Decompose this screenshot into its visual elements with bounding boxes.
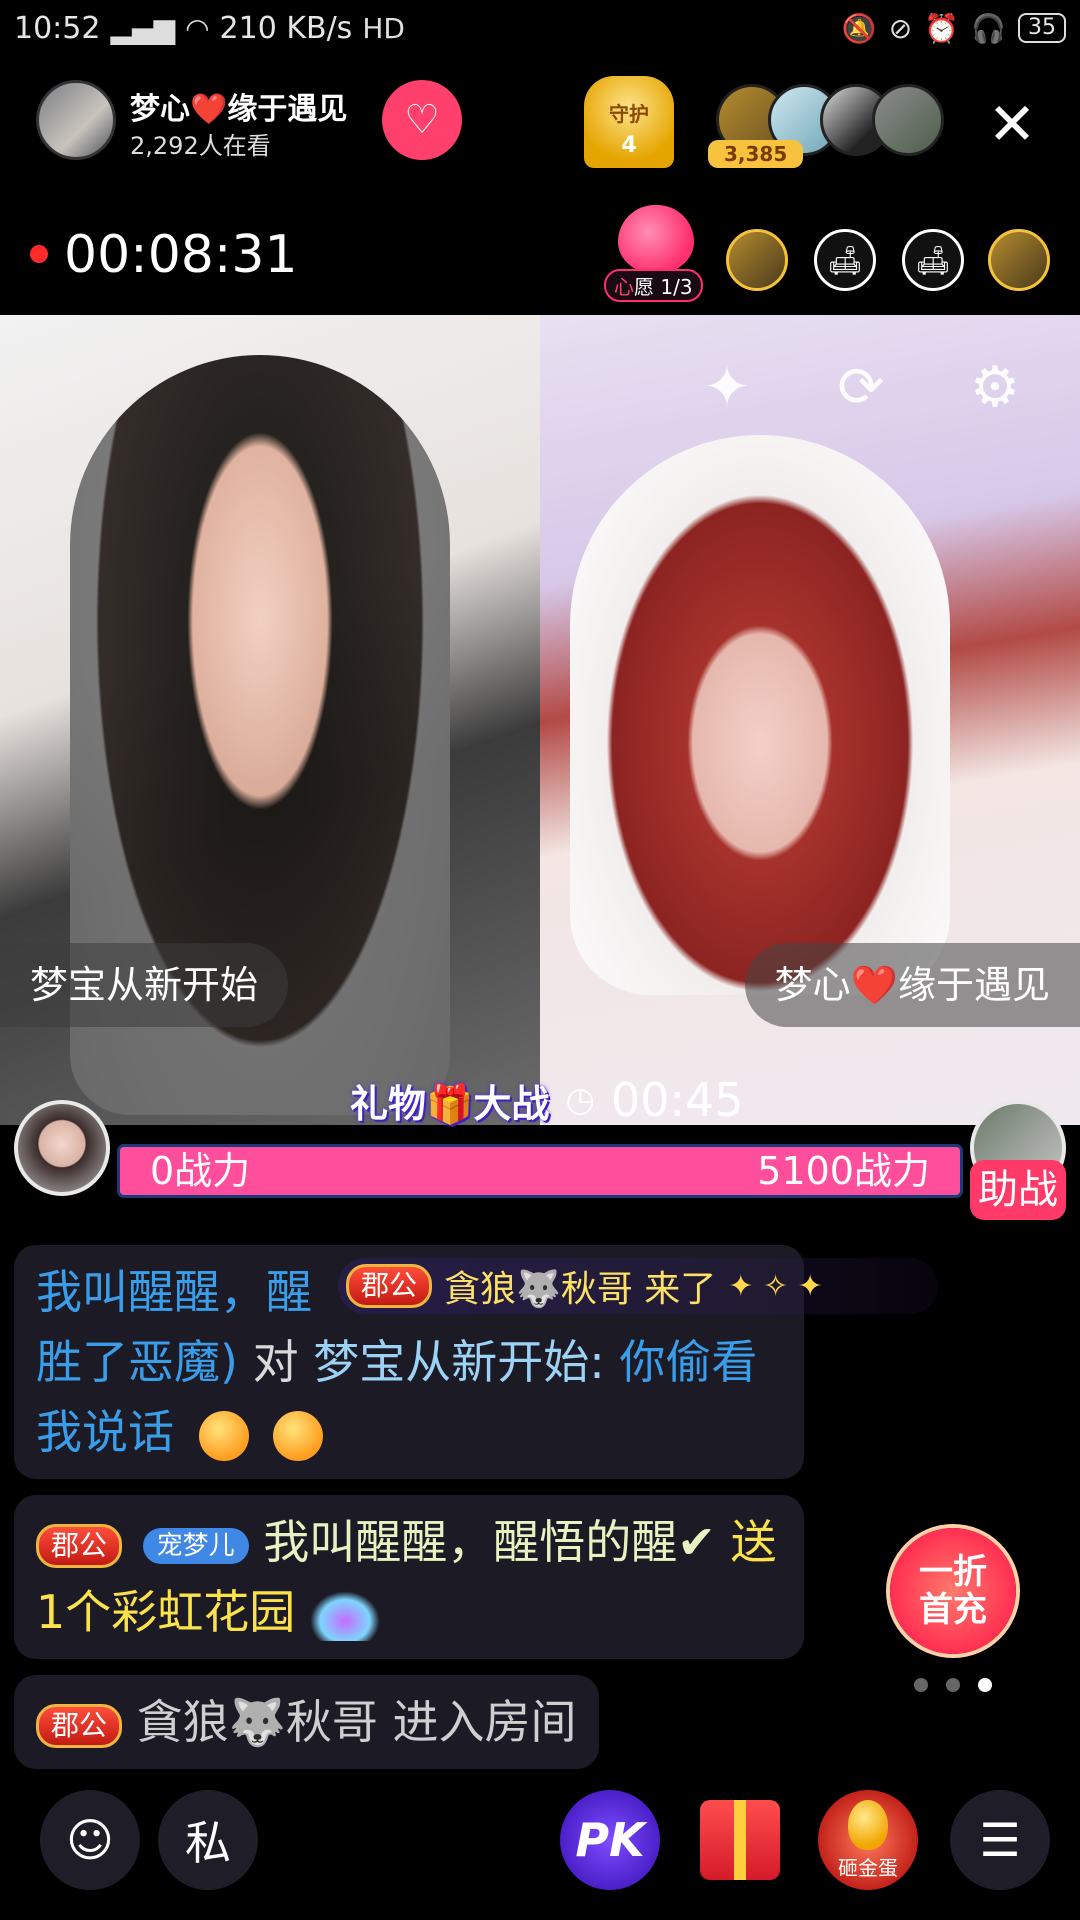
streamer-image-right bbox=[570, 435, 950, 995]
chat-bubble-icon: ☺ bbox=[66, 1813, 114, 1867]
promo-line1: 一折 bbox=[919, 1552, 987, 1592]
hamburger-menu-icon: ☰ bbox=[979, 1813, 1021, 1867]
right-power: 5100战力 bbox=[757, 1149, 930, 1193]
menu-button[interactable]: ☰ bbox=[950, 1790, 1050, 1890]
left-streamer-name[interactable]: 梦宝从新开始 bbox=[0, 943, 289, 1027]
heart-icon bbox=[618, 205, 694, 273]
golden-egg-label: 砸金蛋 bbox=[838, 1855, 898, 1880]
carousel-dots bbox=[914, 1678, 992, 1692]
pk-label: PK bbox=[575, 1813, 645, 1867]
right-streamer-name[interactable]: 梦心❤️缘于遇见 bbox=[744, 943, 1080, 1027]
battle-timer: 00:45 bbox=[611, 1073, 744, 1127]
empty-seat-sofa-icon[interactable]: 🛋 bbox=[902, 229, 964, 291]
promo-line2: 首充 bbox=[919, 1590, 987, 1630]
golden-egg-button[interactable]: 砸金蛋 bbox=[818, 1790, 918, 1890]
chat-sender-cont: 胜了恶魔) bbox=[36, 1335, 238, 1389]
chat-target[interactable]: 梦宝从新开始: bbox=[313, 1335, 605, 1389]
gift-button[interactable] bbox=[690, 1790, 790, 1890]
battery-indicator: 35 bbox=[1018, 13, 1066, 43]
left-power: 0战力 bbox=[150, 1149, 251, 1193]
surprised-emoji-icon bbox=[198, 1410, 249, 1461]
video-tools: ✦ ⟳ ⚙ bbox=[690, 350, 1032, 424]
chat-sender[interactable]: 我叫醒醒，醒悟的醒✔ bbox=[263, 1515, 716, 1569]
host-name[interactable]: 梦心❤️缘于遇见 bbox=[130, 84, 347, 128]
rank-badge: 郡公 bbox=[36, 1523, 123, 1568]
gift-battle-header: 礼物🎁大战 ◷ 00:45 bbox=[350, 1070, 744, 1130]
switch-camera-icon[interactable]: ⟳ bbox=[824, 350, 898, 424]
wish-label-a: 心 bbox=[614, 275, 634, 299]
empty-seat-sofa-icon[interactable]: 🛋 bbox=[814, 229, 876, 291]
seat-avatar[interactable] bbox=[988, 229, 1050, 291]
chat-button[interactable]: ☺ bbox=[40, 1790, 140, 1890]
golden-egg-icon bbox=[848, 1799, 888, 1850]
guard-badge[interactable]: 守护 4 bbox=[584, 76, 674, 168]
status-time: 10:52 bbox=[14, 10, 101, 46]
chat-list[interactable]: 我叫醒醒，醒 胜了恶魔) 对 梦宝从新开始: 你偷看我说话 郡公 宠梦儿 我叫醒… bbox=[14, 1245, 804, 1785]
chat-sender[interactable]: 我叫醒醒，醒 bbox=[36, 1265, 312, 1319]
bottom-toolbar: ☺ 私 PK 砸金蛋 ☰ bbox=[0, 1790, 1080, 1900]
heart-plus-icon: ♡ bbox=[404, 97, 440, 143]
close-button[interactable]: ✕ bbox=[982, 90, 1042, 158]
live-elapsed-time: 00:08:31 bbox=[64, 225, 298, 285]
wish-label-b: 愿 1/3 bbox=[634, 275, 693, 299]
lock-rotation-icon: ⊘ bbox=[888, 11, 913, 45]
private-message-button[interactable]: 私 bbox=[158, 1790, 258, 1890]
first-recharge-promo[interactable]: 一折 首充 bbox=[890, 1528, 1016, 1654]
user-join-banner: 郡公 貪狼🐺秋哥 来了 ✦ ✧ ✦ bbox=[338, 1258, 938, 1314]
join-text: 貪狼🐺秋哥 来了 bbox=[444, 1269, 717, 1310]
host-avatar[interactable] bbox=[36, 80, 116, 160]
guard-label: 守护 bbox=[609, 102, 649, 126]
alarm-icon: ⏰ bbox=[924, 11, 960, 45]
sparkle-icon: ✦ ✧ ✦ bbox=[728, 1268, 823, 1304]
rainbow-garden-gift-icon bbox=[309, 1590, 380, 1641]
mute-icon: 🔕 bbox=[841, 11, 877, 45]
viewer-count: 2,292人在看 bbox=[130, 132, 271, 160]
pk-button[interactable]: PK bbox=[560, 1790, 660, 1890]
fan-club-badge: 宠梦儿 bbox=[142, 1527, 249, 1564]
carousel-dot bbox=[946, 1678, 960, 1692]
signal-icon: ▂▄▆ bbox=[110, 11, 176, 45]
recording-dot-icon bbox=[30, 245, 48, 263]
wish-label: 心愿 1/3 bbox=[604, 269, 703, 302]
gift-box-icon bbox=[700, 1800, 780, 1880]
chat-message: 郡公 宠梦儿 我叫醒醒，醒悟的醒✔ 送1个彩虹花园 bbox=[14, 1495, 804, 1659]
carousel-dot-active bbox=[978, 1678, 992, 1692]
fan-avatar[interactable] bbox=[872, 84, 944, 156]
network-speed: 210 KB/s bbox=[219, 10, 353, 46]
seat-avatar[interactable] bbox=[726, 229, 788, 291]
wish-button[interactable]: 心愿 1/3 bbox=[604, 205, 704, 305]
wifi-icon: ◠ bbox=[185, 11, 210, 45]
carousel-dot bbox=[914, 1678, 928, 1692]
chat-to-label: 对 bbox=[252, 1335, 299, 1389]
rank-badge: 郡公 bbox=[346, 1264, 433, 1308]
gift-battle-title: 礼物🎁大战 bbox=[350, 1073, 549, 1128]
battle-power-bar: 0战力 5100战力 bbox=[120, 1147, 960, 1195]
status-bar: 10:52 ▂▄▆ ◠ 210 KB/s HD 🔕 ⊘ ⏰ 🎧 35 bbox=[0, 0, 1080, 56]
battle-left-avatar[interactable] bbox=[14, 1100, 110, 1196]
headphone-icon: 🎧 bbox=[971, 11, 1006, 45]
private-chat-icon: 私 bbox=[185, 1816, 231, 1870]
hd-icon: HD bbox=[362, 11, 405, 45]
surprised-emoji-icon bbox=[273, 1410, 324, 1461]
clock-icon: ◷ bbox=[565, 1080, 595, 1120]
assist-button[interactable]: 助战 bbox=[970, 1160, 1066, 1220]
live-timer-row: 00:08:31 心愿 1/3 🛋 🛋 bbox=[0, 205, 1080, 305]
follow-button[interactable]: ♡ bbox=[382, 80, 462, 160]
guard-count: 4 bbox=[621, 133, 637, 158]
magic-wand-icon[interactable]: ✦ bbox=[690, 350, 764, 424]
settings-gear-icon[interactable]: ⚙ bbox=[958, 350, 1032, 424]
close-icon: ✕ bbox=[987, 90, 1037, 158]
live-header: 梦心❤️缘于遇见 2,292人在看 ♡ 守护 4 3,385 ✕ bbox=[0, 70, 1080, 170]
enter-room-message: 貪狼🐺秋哥 进入房间 bbox=[136, 1695, 577, 1749]
chat-message: 郡公 貪狼🐺秋哥 进入房间 bbox=[14, 1675, 599, 1769]
fan-score-badge: 3,385 bbox=[708, 140, 804, 168]
rank-badge: 郡公 bbox=[36, 1703, 123, 1748]
